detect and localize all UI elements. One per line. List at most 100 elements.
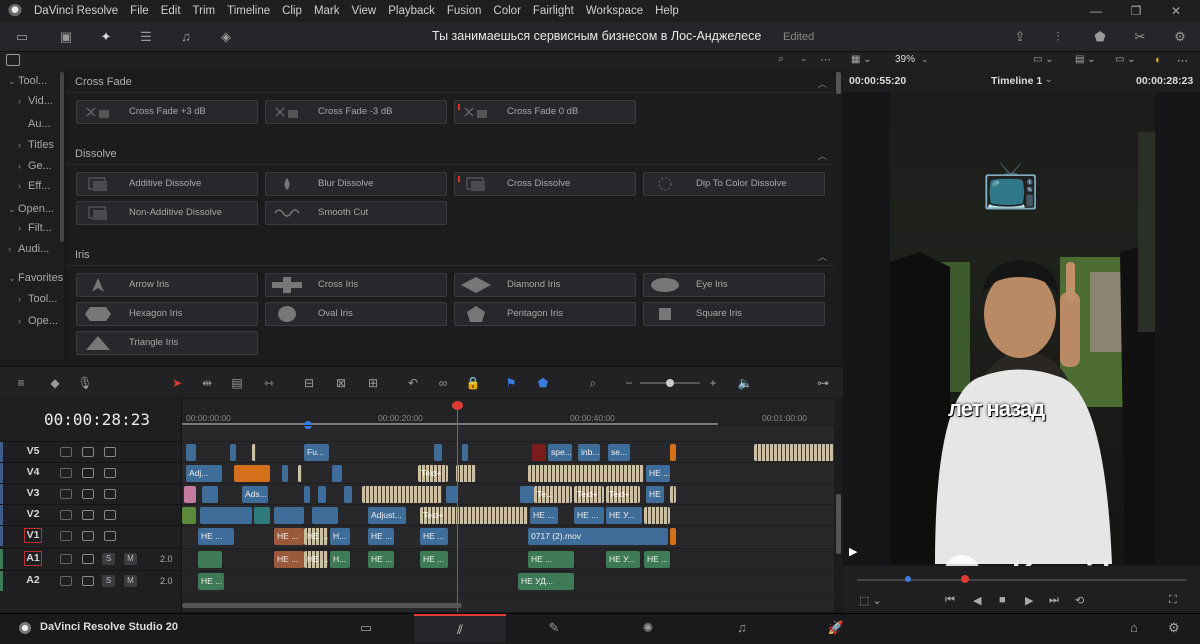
timeline-dropdown-icon[interactable]: ⌄ [1045, 74, 1053, 85]
settings-icon[interactable]: ⚙ [1170, 28, 1190, 46]
track-header-video[interactable]: V1 [0, 525, 182, 546]
section-title[interactable]: Cross Fade [75, 76, 132, 88]
inspector-icon[interactable]: ✂ [1130, 28, 1150, 46]
color-dot-icon[interactable]: ◐ [1155, 54, 1162, 66]
viewer-more-icon[interactable]: ⋯ [1177, 54, 1188, 67]
video-clip[interactable] [304, 486, 310, 503]
audio-clip[interactable]: НЕ УД... [518, 573, 574, 590]
lock-icon[interactable] [60, 531, 72, 541]
auto-select-icon[interactable] [82, 531, 94, 541]
sidebar-item[interactable]: › Audi... [0, 240, 65, 258]
viewer-mode-icon[interactable]: ▭ ⌄ [1033, 54, 1054, 65]
timeline-options-icon[interactable]: ⊶ [814, 375, 832, 391]
auto-select-icon[interactable] [82, 510, 94, 520]
menu-trim[interactable]: Trim [187, 5, 222, 17]
video-clip[interactable] [186, 444, 196, 461]
timeline-name[interactable]: Timeline 1 [991, 75, 1042, 87]
video-clip[interactable] [644, 507, 670, 524]
auto-select-icon[interactable] [82, 468, 94, 478]
video-clip[interactable]: Te... [534, 486, 572, 503]
video-clip[interactable] [282, 465, 288, 482]
timeline-timecode[interactable]: 00:00:28:23 [44, 410, 150, 429]
track-lane[interactable] [182, 441, 834, 462]
lock-icon[interactable] [60, 489, 72, 499]
chevron-right-icon[interactable]: › [18, 290, 28, 308]
video-clip[interactable]: Adj... [186, 465, 222, 482]
effect-item[interactable]: Cross Dissolve [454, 172, 636, 196]
playhead-handle[interactable] [452, 401, 463, 410]
mute-button[interactable]: M [124, 553, 137, 565]
effects-scrollbar[interactable] [836, 72, 841, 94]
chevron-down-icon[interactable]: ⌄ [8, 200, 18, 218]
menu-help[interactable]: Help [649, 5, 685, 17]
track-lane[interactable] [182, 462, 834, 483]
video-clip[interactable]: НЕ ... [368, 528, 394, 545]
viewer-layout-icon[interactable]: ▦ ⌄ [851, 54, 872, 65]
zoom-icon[interactable]: ⌕ [584, 375, 602, 391]
effect-item[interactable]: Blur Dissolve [265, 172, 447, 196]
menu-edit[interactable]: Edit [155, 5, 187, 17]
audio-clip[interactable]: НЕ ... [304, 551, 328, 568]
chevron-right-icon[interactable]: › [18, 157, 28, 175]
video-clip[interactable] [202, 486, 218, 503]
zoom-slider-handle[interactable] [666, 379, 674, 387]
sidebar-item[interactable]: › Vid... [0, 92, 65, 110]
solo-button[interactable]: S [102, 575, 115, 587]
chevron-right-icon[interactable]: › [18, 136, 28, 154]
effect-item[interactable]: Oval Iris [265, 302, 447, 326]
close-icon[interactable]: ✕ [1156, 0, 1196, 22]
effect-item[interactable]: Additive Dissolve [76, 172, 258, 196]
sidebar-item[interactable]: › Eff... [0, 177, 65, 195]
video-clip[interactable]: НЕ ... [274, 528, 304, 545]
menu-fairlight[interactable]: Fairlight [527, 5, 580, 17]
track-lane[interactable] [182, 592, 834, 612]
section-title[interactable]: Dissolve [75, 148, 117, 160]
track-visibility-icon[interactable] [104, 468, 116, 478]
timeline-view-options-icon[interactable]: ≡ [12, 375, 30, 391]
effect-item[interactable]: Smooth Cut [265, 201, 447, 225]
video-clip[interactable] [298, 465, 302, 482]
marker-icon[interactable]: ⬟ [534, 375, 552, 391]
chevron-down-icon[interactable]: ⌄ [8, 269, 18, 287]
effect-item[interactable]: Diamond Iris [454, 273, 636, 297]
effect-item[interactable]: Cross Fade +3 dB [76, 100, 258, 124]
blade-tool-icon[interactable]: ▤ [228, 375, 246, 391]
collapse-chevron-icon[interactable]: ︿ [818, 149, 827, 162]
video-clip[interactable]: НЕ ... [198, 528, 234, 545]
skip-start-icon[interactable]: ⏮ [945, 594, 955, 607]
dynamic-trim-icon[interactable]: ⇿ [260, 375, 278, 391]
video-clip[interactable]: Fu... [304, 444, 329, 461]
fairlight-page-icon[interactable]: ♫ [696, 614, 788, 642]
microphone-icon[interactable]: 🎙 [76, 375, 94, 391]
chevron-right-icon[interactable]: › [18, 312, 28, 330]
video-clip[interactable]: 0717 (2).mov [528, 528, 668, 545]
panel-toggle-icon[interactable] [6, 54, 20, 66]
video-clip[interactable] [200, 507, 252, 524]
video-clip[interactable] [456, 465, 476, 482]
audio-clip[interactable]: Н... [330, 551, 350, 568]
skip-end-icon[interactable]: ⏭ [1049, 594, 1059, 607]
track-lane[interactable] [182, 483, 834, 504]
mute-button[interactable]: M [124, 575, 137, 587]
lock-icon[interactable] [60, 510, 72, 520]
audio-clip[interactable]: НЕ ... [644, 551, 670, 568]
link-icon[interactable]: ∞ [434, 375, 452, 391]
effect-item[interactable]: Pentagon Iris [454, 302, 636, 326]
track-header-audio[interactable]: A1 S M 2.0 [0, 548, 182, 569]
timeline-h-scrollbar[interactable] [182, 603, 462, 608]
replace-clip-icon[interactable]: ⊞ [364, 375, 382, 391]
menu-playback[interactable]: Playback [382, 5, 441, 17]
zoom-chevron-icon[interactable]: ⌄ [921, 54, 929, 65]
fusion-page-icon[interactable]: ✎ [508, 614, 600, 642]
video-clip[interactable]: Ads... [242, 486, 268, 503]
video-clip[interactable] [254, 507, 270, 524]
video-clip[interactable]: НЕ ... [420, 528, 448, 545]
timeline-ruler[interactable]: 00:00:00:00 00:00:20:00 00:00:40:00 00:0… [182, 399, 834, 429]
chevron-down-icon[interactable]: ⌄ [8, 72, 18, 90]
timeline-v-scrollbar[interactable] [834, 399, 843, 612]
media-pool-icon[interactable]: ▭ [12, 28, 32, 46]
snapping-icon[interactable]: ↶ [404, 375, 422, 391]
stop-icon[interactable]: ■ [999, 594, 1006, 606]
video-clip[interactable] [230, 444, 236, 461]
video-clip[interactable]: inb... [578, 444, 600, 461]
